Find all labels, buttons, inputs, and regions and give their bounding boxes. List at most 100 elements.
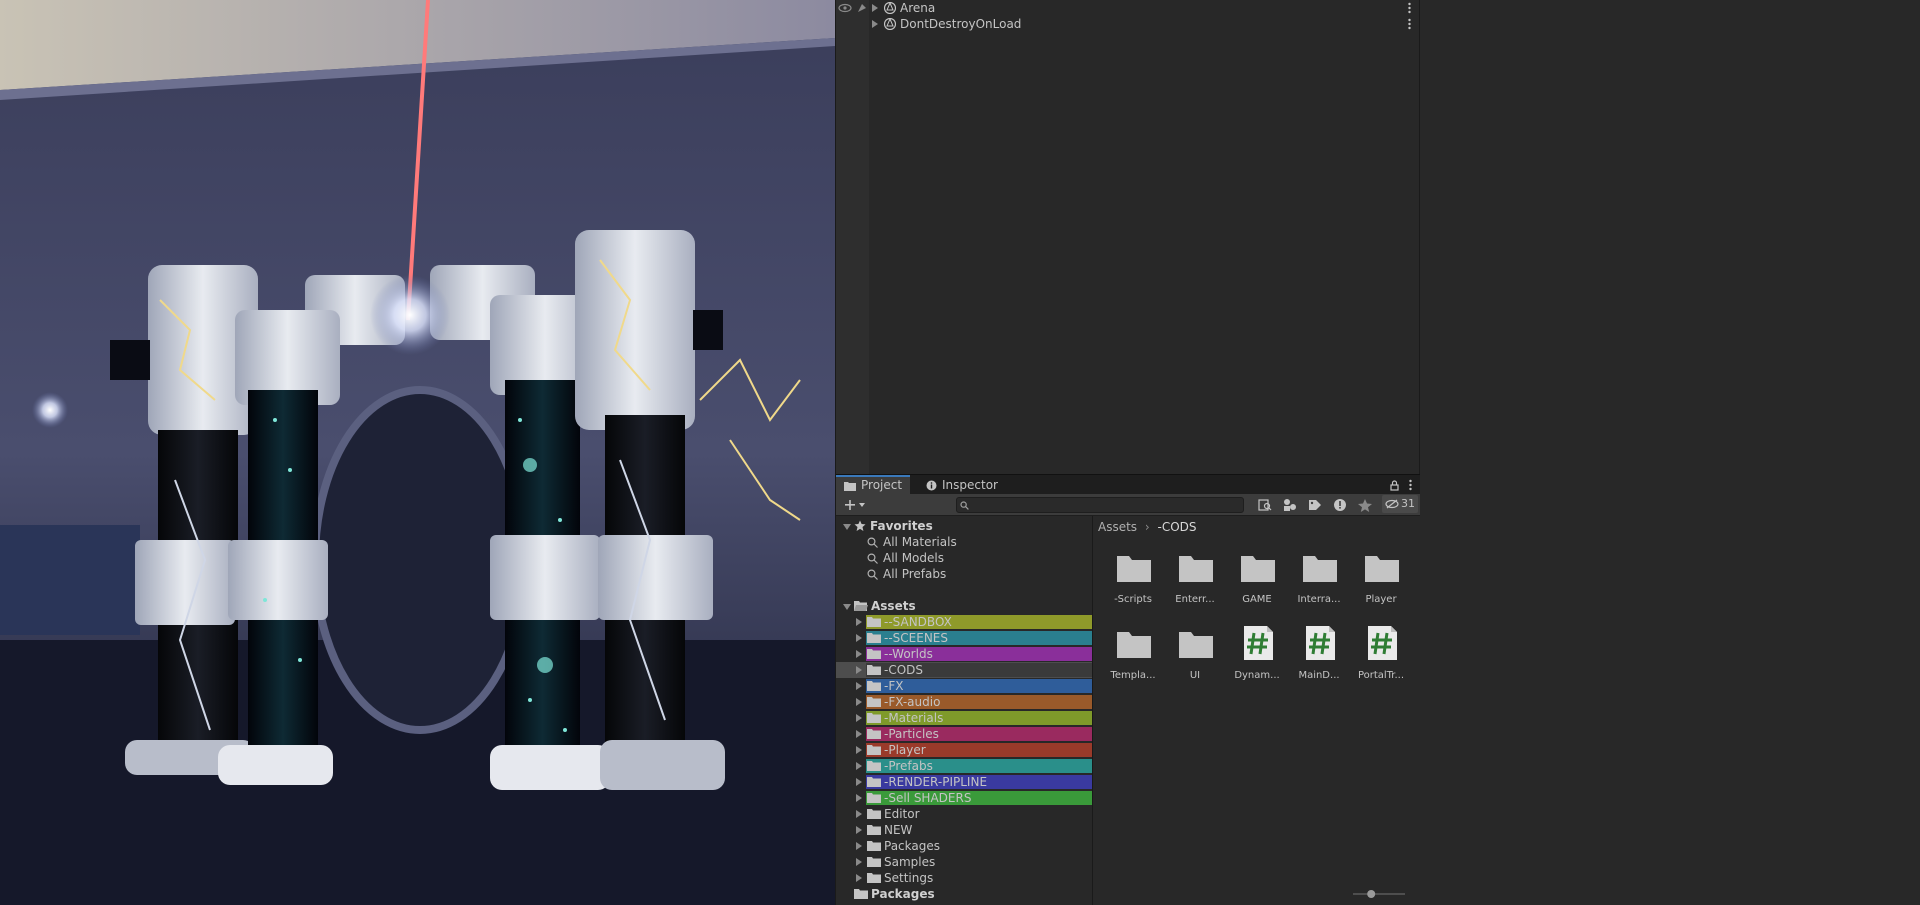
search-field[interactable] bbox=[956, 497, 1244, 513]
expand-arrow-icon[interactable] bbox=[856, 874, 862, 882]
folder-icon bbox=[1241, 556, 1275, 582]
folder-icon bbox=[867, 793, 881, 803]
tree-folder[interactable]: -Materials bbox=[836, 710, 1092, 726]
tree-folder[interactable]: --Worlds bbox=[836, 646, 1092, 662]
expand-arrow-icon[interactable] bbox=[856, 794, 862, 802]
expand-arrow-icon[interactable] bbox=[872, 4, 878, 12]
tree-folder[interactable]: Editor bbox=[836, 806, 1092, 822]
hierarchy-row-arena[interactable]: Arena bbox=[836, 0, 1419, 16]
asset-folder[interactable]: -Scripts bbox=[1102, 542, 1164, 614]
collapse-arrow-icon[interactable] bbox=[843, 604, 851, 610]
asset-folder[interactable]: UI bbox=[1164, 618, 1226, 690]
tab-project[interactable]: Project bbox=[836, 475, 911, 495]
eye-hidden-icon bbox=[1385, 499, 1399, 509]
scene-render bbox=[0, 0, 835, 905]
tree-folder[interactable]: -FX-audio bbox=[836, 694, 1092, 710]
search-input[interactable] bbox=[971, 498, 1231, 512]
visibility-icon[interactable] bbox=[838, 3, 872, 13]
expand-arrow-icon[interactable] bbox=[856, 762, 862, 770]
tree-folder[interactable]: Packages bbox=[836, 838, 1092, 854]
expand-arrow-icon[interactable] bbox=[856, 634, 862, 642]
expand-arrow-icon[interactable] bbox=[872, 20, 878, 28]
asset-folder[interactable]: Player bbox=[1350, 542, 1412, 614]
tree-folder[interactable]: -RENDER-PIPLINE bbox=[836, 774, 1092, 790]
tree-assets[interactable]: Assets bbox=[836, 598, 1092, 614]
tree-item-favorite[interactable]: All Models bbox=[836, 550, 1092, 566]
unity-scene-icon bbox=[884, 2, 896, 14]
collapse-arrow-icon[interactable] bbox=[843, 524, 851, 530]
search-icon bbox=[867, 553, 878, 564]
tree-folder-selected[interactable]: -CODS bbox=[836, 662, 1092, 678]
expand-arrow-icon[interactable] bbox=[856, 746, 862, 754]
tree-folder[interactable]: Samples bbox=[836, 854, 1092, 870]
asset-script[interactable]: Dynam... bbox=[1226, 618, 1288, 690]
expand-arrow-icon[interactable] bbox=[856, 682, 862, 690]
expand-arrow-icon[interactable] bbox=[856, 650, 862, 658]
tag-icon[interactable] bbox=[1306, 497, 1324, 513]
hidden-packages-toggle[interactable]: 31 bbox=[1382, 495, 1418, 513]
folder-icon bbox=[867, 729, 881, 739]
tree-label: -RENDER-PIPLINE bbox=[884, 775, 988, 789]
expand-arrow-icon[interactable] bbox=[856, 842, 862, 850]
tree-item-favorite[interactable]: All Prefabs bbox=[836, 566, 1092, 582]
expand-arrow-icon[interactable] bbox=[856, 698, 862, 706]
more-vertical-icon[interactable] bbox=[1408, 18, 1411, 30]
hidden-count-label: 31 bbox=[1401, 497, 1415, 510]
tree-packages[interactable]: Packages bbox=[836, 886, 1092, 902]
favorite-star-icon[interactable] bbox=[1356, 497, 1374, 513]
tree-folder[interactable]: NEW bbox=[836, 822, 1092, 838]
tree-favorites[interactable]: Favorites bbox=[836, 518, 1092, 534]
folder-icon bbox=[1303, 556, 1337, 582]
tree-label: Samples bbox=[884, 855, 936, 869]
expand-arrow-icon[interactable] bbox=[856, 618, 862, 626]
tree-folder[interactable]: --SCEENES bbox=[836, 630, 1092, 646]
asset-folder[interactable]: Templa... bbox=[1102, 618, 1164, 690]
tab-inspector[interactable]: Inspector bbox=[918, 475, 1006, 495]
tree-folder[interactable]: --SANDBOX bbox=[836, 614, 1092, 630]
tree-folder[interactable]: -Sell SHADERS bbox=[836, 790, 1092, 806]
breadcrumb-current[interactable]: -CODS bbox=[1158, 520, 1197, 534]
expand-arrow-icon[interactable] bbox=[856, 714, 862, 722]
expand-arrow-icon[interactable] bbox=[856, 666, 862, 674]
tree-label: -FX bbox=[884, 679, 904, 693]
more-vertical-icon[interactable] bbox=[1409, 479, 1412, 491]
asset-folder[interactable]: GAME bbox=[1226, 542, 1288, 614]
expand-arrow-icon[interactable] bbox=[856, 826, 862, 834]
folder-icon bbox=[867, 745, 881, 755]
expand-arrow-icon[interactable] bbox=[856, 810, 862, 818]
tree-folder[interactable]: -FX bbox=[836, 678, 1092, 694]
tree-folder[interactable]: Settings bbox=[836, 870, 1092, 886]
warning-filter-icon[interactable] bbox=[1331, 497, 1349, 513]
scene-view[interactable] bbox=[0, 0, 835, 905]
asset-folder[interactable]: Interra... bbox=[1288, 542, 1350, 614]
breadcrumb-root[interactable]: Assets bbox=[1098, 520, 1137, 534]
folder-icon bbox=[867, 777, 881, 787]
asset-script[interactable]: PortalTr... bbox=[1350, 618, 1412, 690]
slider-thumb[interactable] bbox=[1367, 890, 1376, 898]
expand-arrow-icon[interactable] bbox=[856, 778, 862, 786]
more-vertical-icon[interactable] bbox=[1408, 2, 1411, 14]
asset-script[interactable]: MainD... bbox=[1288, 618, 1350, 690]
search-by-label-icon[interactable] bbox=[1281, 497, 1299, 513]
lock-icon[interactable] bbox=[1390, 480, 1399, 491]
tree-folder[interactable]: -Particles bbox=[836, 726, 1092, 742]
hierarchy-row-dontdestroyonload[interactable]: DontDestroyOnLoad bbox=[836, 16, 1419, 32]
tree-folder[interactable]: -Prefabs bbox=[836, 758, 1092, 774]
tree-item-favorite[interactable]: All Materials bbox=[836, 534, 1092, 550]
expand-arrow-icon[interactable] bbox=[856, 730, 862, 738]
search-by-type-icon[interactable] bbox=[1256, 497, 1274, 513]
folder-icon bbox=[867, 761, 881, 771]
zoom-slider[interactable] bbox=[1351, 889, 1407, 899]
csharp-script-icon bbox=[1244, 626, 1273, 660]
breadcrumb: Assets › -CODS bbox=[1098, 519, 1197, 535]
create-plus-dropdown-button[interactable] bbox=[842, 497, 870, 513]
folder-icon bbox=[867, 713, 881, 723]
expand-arrow-icon[interactable] bbox=[856, 858, 862, 866]
asset-folder[interactable]: Enterr... bbox=[1164, 542, 1226, 614]
tree-label: Packages bbox=[884, 839, 940, 853]
tree-label: -FX-audio bbox=[884, 695, 941, 709]
tree-label: Settings bbox=[884, 871, 934, 885]
folder-icon bbox=[854, 889, 868, 899]
hierarchy-row-label: Arena bbox=[900, 1, 936, 15]
tree-folder[interactable]: -Player bbox=[836, 742, 1092, 758]
